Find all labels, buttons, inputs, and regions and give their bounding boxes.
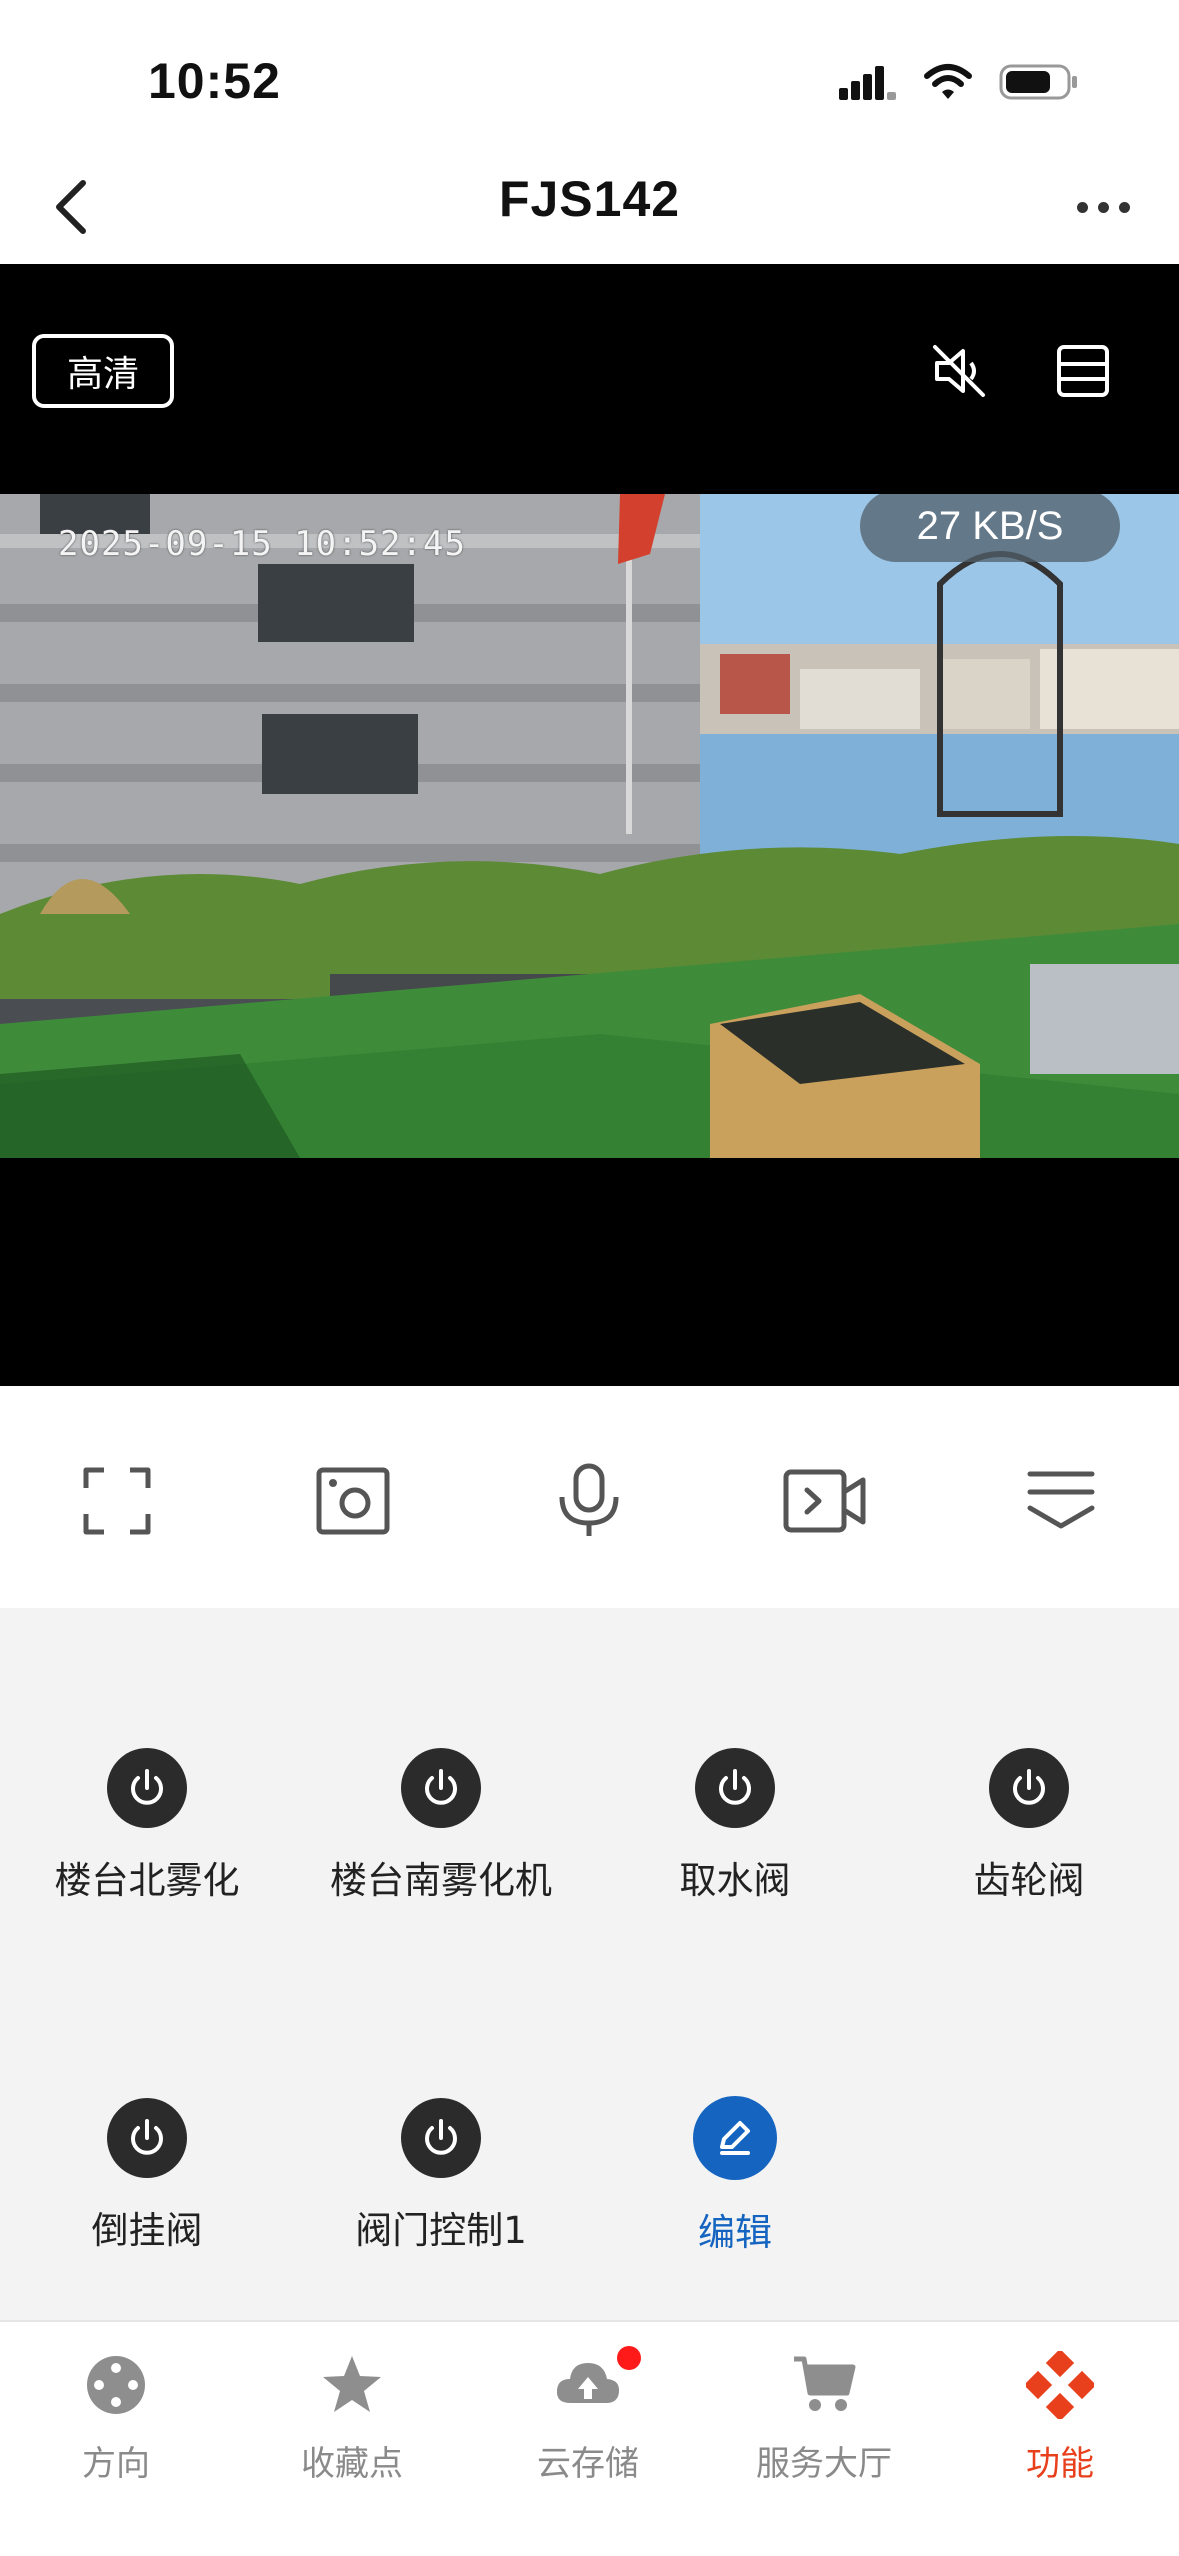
battery-icon xyxy=(999,64,1077,100)
screenshot-icon xyxy=(316,1467,390,1535)
function-item[interactable]: 楼台北雾化 xyxy=(0,1748,294,1948)
function-label: 阀门控制1 xyxy=(355,2209,527,2252)
power-icon xyxy=(401,1748,481,1828)
player-controls xyxy=(0,1386,1179,1608)
more-dot-icon xyxy=(1097,201,1109,213)
record-button[interactable] xyxy=(780,1456,870,1546)
microphone-button[interactable] xyxy=(544,1456,634,1546)
tab-label: 方向 xyxy=(82,2444,150,2484)
navigation-bar: FJS142 xyxy=(0,150,1179,264)
function-item[interactable]: 取水阀 xyxy=(588,1748,882,1948)
video-player[interactable]: 高清 2025-09-15 10:52:45 27 KB/S xyxy=(0,264,1179,1386)
cellular-signal-icon xyxy=(839,66,896,100)
collapse-down-icon xyxy=(1027,1471,1095,1529)
function-label: 楼台北雾化 xyxy=(54,1859,240,1902)
function-label: 楼台南雾化机 xyxy=(330,1859,552,1902)
power-icon xyxy=(107,1748,187,1828)
function-label: 倒挂阀 xyxy=(91,2209,203,2252)
status-time: 10:52 xyxy=(148,53,281,109)
direction-icon xyxy=(81,2350,151,2420)
function-item[interactable]: 楼台南雾化机 xyxy=(294,1748,588,1948)
layout-toggle-button[interactable] xyxy=(1046,334,1120,408)
wifi-icon xyxy=(924,64,972,99)
tab-label: 功能 xyxy=(1026,2444,1094,2484)
tab-label: 收藏点 xyxy=(301,2444,403,2484)
status-icons xyxy=(839,62,1079,102)
tab-service-hall[interactable]: 服务大厅 xyxy=(724,2350,924,2510)
notification-badge xyxy=(617,2346,641,2370)
speaker-muted-icon xyxy=(933,345,985,397)
tab-label: 服务大厅 xyxy=(756,2444,892,2484)
power-icon xyxy=(107,2098,187,2178)
cart-icon xyxy=(789,2350,859,2420)
video-timestamp: 2025-09-15 10:52:45 xyxy=(58,524,466,564)
tab-cloud-storage[interactable]: 云存储 xyxy=(488,2346,688,2510)
collapse-panel-button[interactable] xyxy=(1016,1456,1106,1546)
microphone-icon xyxy=(559,1463,619,1536)
more-button[interactable] xyxy=(1063,170,1143,244)
more-dot-icon xyxy=(1076,201,1088,213)
video-record-icon xyxy=(783,1469,866,1533)
edit-functions-button[interactable]: 编辑 xyxy=(588,2096,882,2296)
tab-functions[interactable]: 功能 xyxy=(960,2350,1160,2510)
function-panel: 楼台北雾化 楼台南雾化机 取水阀 齿轮阀 倒挂阀 阀门控制1 编辑 xyxy=(0,1608,1179,2320)
screenshot-button[interactable] xyxy=(308,1456,398,1546)
bottom-tab-bar: 方向 收藏点 云存储 服务大厅 功能 xyxy=(0,2320,1179,2556)
mute-button[interactable] xyxy=(922,334,996,408)
function-icon xyxy=(1025,2350,1095,2420)
quality-toggle-button[interactable]: 高清 xyxy=(32,334,174,408)
camera-feed-image: 2025-09-15 10:52:45 27 KB/S xyxy=(0,494,1179,1158)
tab-direction[interactable]: 方向 xyxy=(16,2350,216,2510)
status-bar: 10:52 xyxy=(0,0,1179,150)
fullscreen-icon xyxy=(83,1467,151,1535)
power-icon xyxy=(695,1748,775,1828)
cloud-upload-icon xyxy=(553,2346,641,2420)
camera-scene xyxy=(0,494,1179,1158)
power-icon xyxy=(401,2098,481,2178)
function-label: 取水阀 xyxy=(679,1859,791,1902)
page-title: FJS142 xyxy=(498,171,681,227)
function-item[interactable]: 齿轮阀 xyxy=(882,1748,1176,1948)
edit-label: 编辑 xyxy=(698,2211,772,2254)
power-icon xyxy=(989,1748,1069,1828)
more-dot-icon xyxy=(1118,201,1130,213)
bitrate-badge: 27 KB/S xyxy=(860,494,1120,562)
tab-label: 云存储 xyxy=(537,2444,639,2484)
star-icon xyxy=(317,2350,387,2420)
function-label: 齿轮阀 xyxy=(973,1859,1085,1902)
fullscreen-button[interactable] xyxy=(72,1456,162,1546)
tab-favorites[interactable]: 收藏点 xyxy=(252,2350,452,2510)
function-item[interactable]: 阀门控制1 xyxy=(294,2098,588,2298)
edit-icon xyxy=(693,2096,777,2180)
function-item[interactable]: 倒挂阀 xyxy=(0,2098,294,2298)
split-layout-icon xyxy=(1057,345,1109,397)
